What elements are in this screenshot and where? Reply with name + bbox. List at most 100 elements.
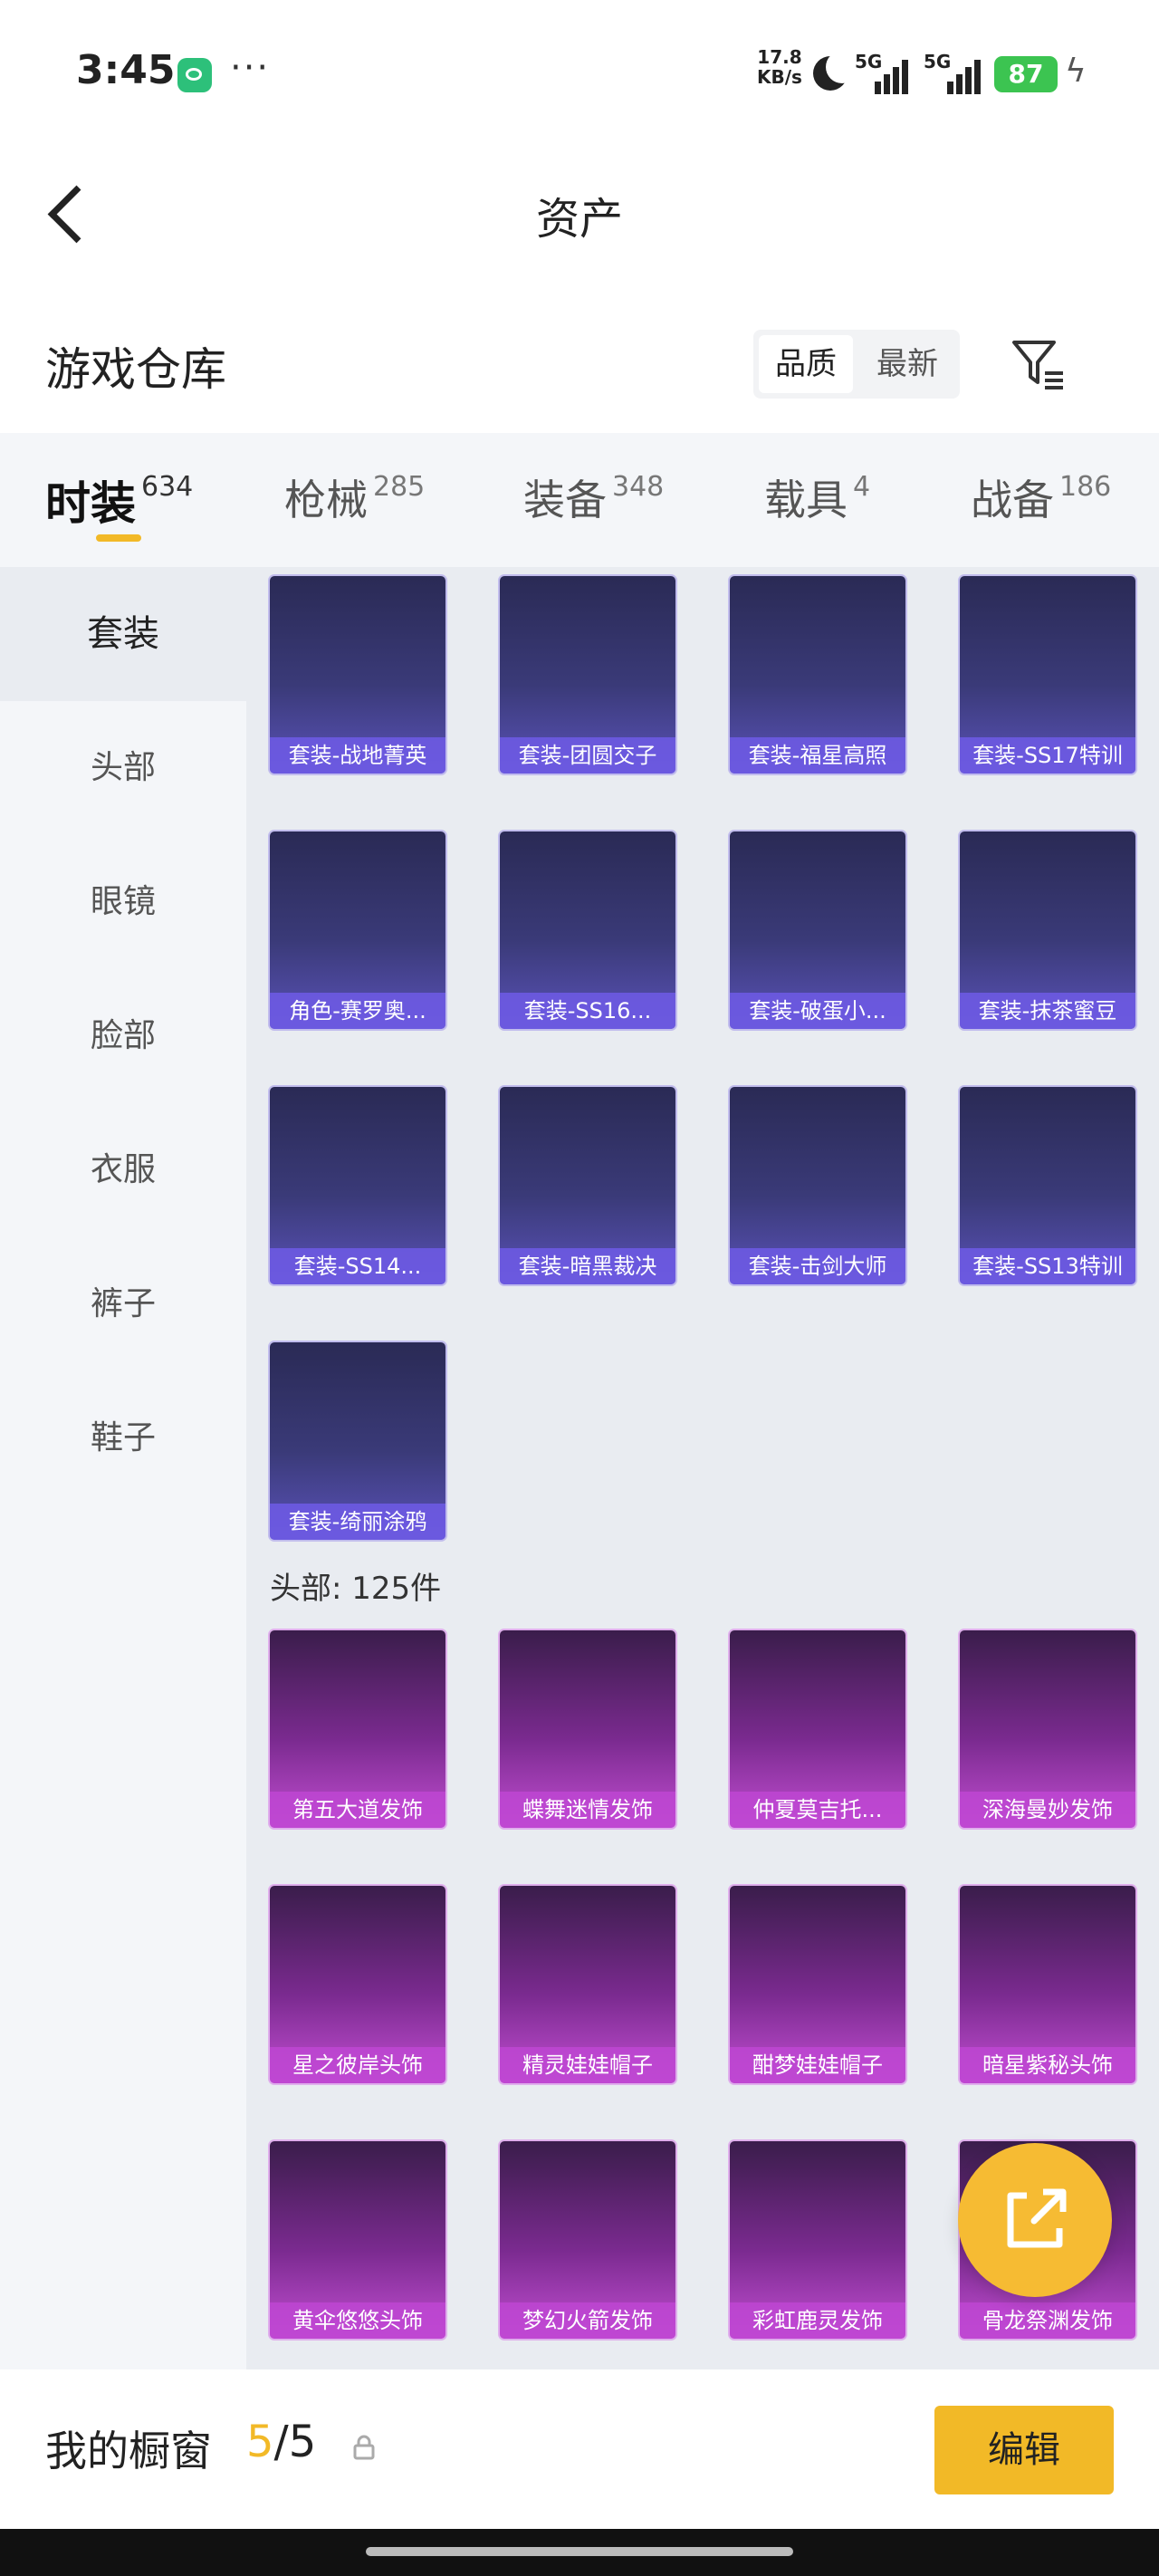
category-tabs: 时装 634 枪械 285 装备 348 载具 4 战备 186	[0, 433, 1159, 567]
item-card[interactable]: 第五大道发饰	[270, 1630, 445, 1828]
item-label: 彩虹鹿灵发饰	[730, 2302, 905, 2339]
edit-button[interactable]: 编辑	[934, 2406, 1114, 2494]
tab-supplies[interactable]: 战备 186	[971, 467, 1111, 527]
headwear-image	[500, 2141, 675, 2302]
item-label: 套装-击剑大师	[730, 1248, 905, 1284]
lock-icon	[351, 2435, 377, 2460]
showcase-title: 我的橱窗	[45, 2427, 212, 2475]
tab-vehicles[interactable]: 载具 4	[764, 467, 870, 527]
item-card[interactable]: 蝶舞迷情发饰	[500, 1630, 675, 1828]
tab-guns[interactable]: 枪械 285	[284, 467, 425, 527]
home-indicator[interactable]	[366, 2547, 793, 2556]
item-label: 套装-SS16...	[500, 993, 675, 1029]
item-card[interactable]: 套装-SS17特训	[960, 576, 1135, 774]
item-card[interactable]: 套装-战地菁英	[270, 576, 445, 774]
page-title: 资产	[535, 194, 623, 245]
status-bar: 3:45 ··· 17.8 KB/s 5G 5G 87 ϟ	[0, 0, 1159, 145]
item-label: 暗星紫秘头饰	[960, 2047, 1135, 2083]
active-tab-indicator	[96, 534, 141, 542]
item-card[interactable]: 套装-破蛋小...	[730, 831, 905, 1029]
item-label: 角色-赛罗奥...	[270, 993, 445, 1029]
more-notifications-icon: ···	[230, 47, 271, 89]
warehouse-title: 游戏仓库	[45, 343, 226, 396]
headwear-image	[500, 1630, 675, 1792]
signal-icon-1: 5G	[855, 51, 909, 94]
signal-icon-2: 5G	[924, 51, 983, 94]
sidebar-item-suits[interactable]: 套装	[0, 567, 246, 701]
sort-newest-option[interactable]: 最新	[860, 335, 954, 393]
outfit-image	[500, 831, 675, 993]
headwear-image	[270, 1630, 445, 1792]
item-card[interactable]: 星之彼岸头饰	[270, 1886, 445, 2083]
item-label: 星之彼岸头饰	[270, 2047, 445, 2083]
network-speed: 17.8 KB/s	[757, 46, 802, 88]
outfit-image	[730, 1087, 905, 1248]
item-label: 套装-战地菁英	[270, 737, 445, 774]
item-label: 蝶舞迷情发饰	[500, 1792, 675, 1828]
system-nav-bar	[0, 2529, 1159, 2576]
sidebar-item-clothes[interactable]: 衣服	[0, 1103, 246, 1237]
sidebar-item-glasses[interactable]: 眼镜	[0, 835, 246, 969]
headwear-image	[270, 1886, 445, 2047]
item-card[interactable]: 暗星紫秘头饰	[960, 1886, 1135, 2083]
battery-indicator: 87	[994, 56, 1058, 92]
item-label: 套装-绮丽涂鸦	[270, 1504, 445, 1540]
tab-fashion[interactable]: 时装 634	[45, 467, 193, 533]
headwear-image	[960, 1886, 1135, 2047]
headwear-image	[730, 2141, 905, 2302]
outfit-image	[270, 1342, 445, 1504]
outfit-image	[730, 576, 905, 737]
wechat-notification-icon	[177, 58, 212, 92]
sort-quality-option[interactable]: 品质	[759, 335, 853, 393]
item-card[interactable]: 套装-福星高照	[730, 576, 905, 774]
outfit-image	[730, 831, 905, 993]
item-label: 骨龙祭渊发饰	[960, 2302, 1135, 2339]
charging-icon: ϟ	[1065, 53, 1087, 90]
nav-bar: 资产	[0, 145, 1159, 281]
showcase-count: 5/5	[246, 2417, 317, 2467]
item-card[interactable]: 套装-团圆交子	[500, 576, 675, 774]
do-not-disturb-icon	[813, 51, 858, 91]
item-label: 精灵娃娃帽子	[500, 2047, 675, 2083]
item-card[interactable]: 套装-击剑大师	[730, 1087, 905, 1284]
item-card[interactable]: 套装-SS13特训	[960, 1087, 1135, 1284]
headwear-image	[730, 1886, 905, 2047]
item-card[interactable]: 角色-赛罗奥...	[270, 831, 445, 1029]
item-card[interactable]: 梦幻火箭发饰	[500, 2141, 675, 2339]
sidebar-item-shoes[interactable]: 鞋子	[0, 1371, 246, 1505]
item-card[interactable]: 套装-SS14...	[270, 1087, 445, 1284]
item-card[interactable]: 酣梦娃娃帽子	[730, 1886, 905, 2083]
subcategory-sidebar: 套装 头部 眼镜 脸部 衣服 裤子 鞋子	[0, 567, 246, 2369]
tab-equipment[interactable]: 装备 348	[523, 467, 664, 527]
item-label: 仲夏莫吉托...	[730, 1792, 905, 1828]
sidebar-item-pants[interactable]: 裤子	[0, 1237, 246, 1371]
item-label: 酣梦娃娃帽子	[730, 2047, 905, 2083]
item-card[interactable]: 仲夏莫吉托...	[730, 1630, 905, 1828]
share-button[interactable]	[958, 2143, 1112, 2297]
item-card[interactable]: 精灵娃娃帽子	[500, 1886, 675, 2083]
item-label: 套装-福星高照	[730, 737, 905, 774]
item-card[interactable]: 彩虹鹿灵发饰	[730, 2141, 905, 2339]
item-card[interactable]: 套装-SS16...	[500, 831, 675, 1029]
item-label: 套装-抹茶蜜豆	[960, 993, 1135, 1029]
item-label: 黄伞悠悠头饰	[270, 2302, 445, 2339]
item-label: 套装-SS17特训	[960, 737, 1135, 774]
outfit-image	[270, 831, 445, 993]
item-card[interactable]: 套装-暗黑裁决	[500, 1087, 675, 1284]
headwear-image	[500, 1886, 675, 2047]
warehouse-header: 游戏仓库 品质 最新	[0, 308, 1159, 417]
outfit-image	[270, 1087, 445, 1248]
sidebar-item-head[interactable]: 头部	[0, 701, 246, 835]
outfit-image	[960, 831, 1135, 993]
item-label: 套装-SS14...	[270, 1248, 445, 1284]
item-card[interactable]: 套装-抹茶蜜豆	[960, 831, 1135, 1029]
sort-toggle: 品质 最新	[753, 330, 960, 399]
item-card[interactable]: 黄伞悠悠头饰	[270, 2141, 445, 2339]
item-card[interactable]: 套装-绮丽涂鸦	[270, 1342, 445, 1540]
item-card[interactable]: 深海曼妙发饰	[960, 1630, 1135, 1828]
item-grid: 套装-战地菁英 套装-团圆交子 套装-福星高照 套装-SS17特训 角色-赛罗奥…	[246, 567, 1159, 2369]
filter-icon[interactable]	[1009, 335, 1067, 393]
sidebar-item-face[interactable]: 脸部	[0, 969, 246, 1103]
showcase-bar: 我的橱窗 5/5 编辑	[0, 2369, 1159, 2529]
item-label: 套装-破蛋小...	[730, 993, 905, 1029]
